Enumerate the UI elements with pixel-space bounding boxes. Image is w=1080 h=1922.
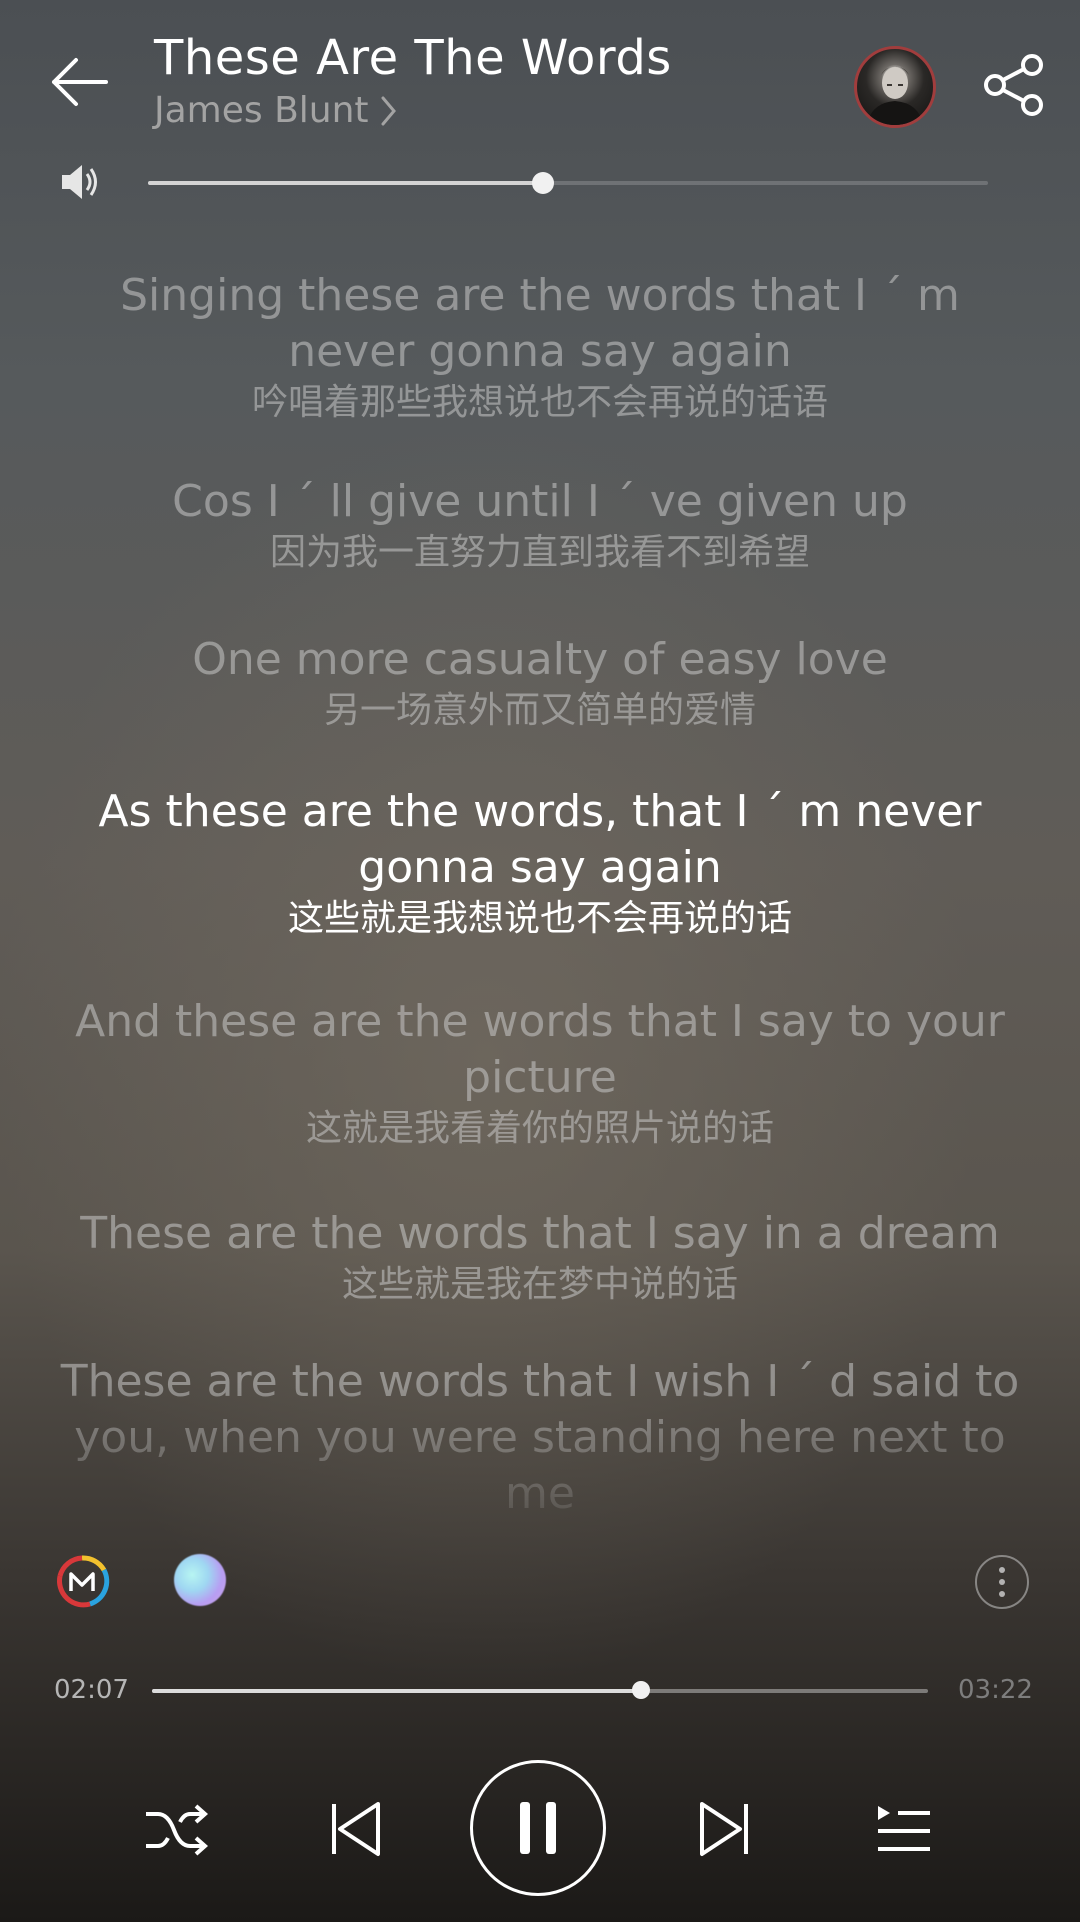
lyric-line[interactable]: One more casualty of easy love 另一场意外而又简单的… (60, 632, 1020, 734)
shuffle-button[interactable] (142, 1800, 210, 1860)
speaker-icon (62, 165, 97, 199)
more-vertical-icon (999, 1567, 1005, 1573)
pause-icon (520, 1802, 556, 1854)
chevron-right-icon (381, 96, 396, 125)
app-m-button[interactable] (54, 1554, 110, 1610)
playlist-icon (878, 1806, 930, 1851)
progress-fill (152, 1689, 641, 1693)
visual-effect-button[interactable] (174, 1554, 226, 1606)
lyric-line[interactable]: These are the words that I say in a drea… (60, 1206, 1020, 1308)
share-button[interactable] (980, 50, 1050, 120)
arrow-left-icon (52, 58, 108, 106)
previous-track-button[interactable] (326, 1798, 386, 1860)
lyric-line[interactable]: As these are the words, that I ´ m never… (60, 784, 1020, 942)
lyric-translation: 这些就是我想说也不会再说的话 (287, 898, 792, 939)
more-dot (999, 1591, 1005, 1597)
volume-fill (148, 181, 543, 185)
lyrics-panel[interactable]: Singing these are the words that I ´ m n… (60, 268, 1020, 1534)
lyric-translation: 吟唱着那些我想说也不会再说的话语 (251, 382, 828, 423)
lyric-original: Cos I ´ ll give until I ´ ve given up (172, 476, 908, 527)
share-icon (984, 54, 1043, 116)
volume-slider[interactable] (148, 172, 988, 194)
song-title: These Are The Words (154, 30, 672, 86)
lyric-translation: 这些就是我在梦中说的话 (341, 1264, 738, 1305)
avatar-portrait-icon (867, 66, 923, 125)
shuffle-icon (146, 1804, 209, 1856)
lyric-translation: 这就是我看着你的照片说的话 (305, 1108, 774, 1149)
lyric-original: And these are the words that I say to yo… (75, 996, 1005, 1103)
skip-previous-icon (332, 1802, 380, 1856)
lyric-line[interactable]: Cos I ´ ll give until I ´ ve given up 因为我… (60, 474, 1020, 576)
lyric-original: These are the words that I say in a drea… (80, 1208, 1000, 1259)
lyric-line[interactable]: Singing these are the words that I ´ m n… (60, 268, 1020, 426)
skip-next-icon (700, 1802, 748, 1856)
artist-avatar[interactable] (854, 46, 936, 128)
play-pause-button[interactable] (470, 1760, 606, 1896)
lyric-original: One more casualty of easy love (192, 634, 888, 685)
more-dot (999, 1579, 1005, 1585)
artist-name: James Blunt (154, 90, 369, 131)
playback-progress-bar[interactable] (152, 1681, 928, 1699)
volume-thumb[interactable] (531, 172, 554, 194)
lyric-original: Singing these are the words that I ´ m n… (120, 270, 960, 377)
lyric-original: These are the words that I wish I ´ d sa… (60, 1356, 1020, 1519)
lyric-line[interactable]: These are the words that I wish I ´ d sa… (60, 1354, 1020, 1522)
next-track-button[interactable] (694, 1798, 754, 1860)
more-options-button[interactable] (975, 1555, 1029, 1609)
playlist-button[interactable] (874, 1802, 934, 1856)
volume-button[interactable] (58, 160, 102, 204)
lyric-translation: 另一场意外而又简单的爱情 (323, 690, 756, 731)
lyric-line[interactable]: And these are the words that I say to yo… (60, 994, 1020, 1152)
total-time: 03:22 (958, 1675, 1033, 1705)
lyric-translation: 因为我一直努力直到我看不到希望 (269, 532, 810, 573)
m-logo-icon (57, 1555, 110, 1608)
back-button[interactable] (38, 42, 118, 122)
lyric-original: As these are the words, that I ´ m never… (98, 786, 982, 893)
artist-link[interactable]: James Blunt (154, 90, 399, 131)
progress-thumb[interactable] (631, 1681, 650, 1699)
current-time: 02:07 (54, 1675, 129, 1705)
